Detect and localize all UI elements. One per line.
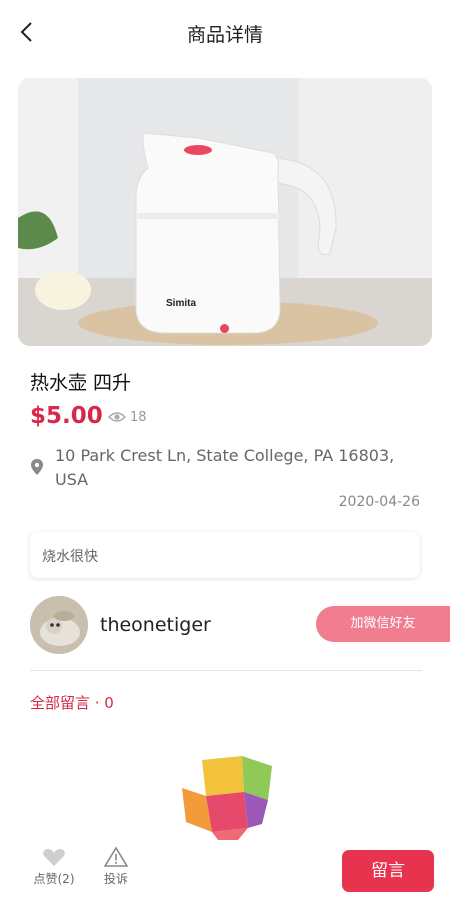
product-image[interactable]: Simita (18, 78, 432, 346)
report-button[interactable]: 投诉 (96, 846, 136, 887)
page-title: 商品详情 (186, 24, 263, 46)
location-pin-icon (31, 459, 43, 475)
add-wechat-friend-button[interactable]: 加微信好友 (316, 606, 450, 642)
carousel-indicator (220, 324, 229, 333)
seller-avatar[interactable] (30, 596, 88, 654)
post-date: 2020-04-26 (338, 494, 420, 510)
brand-text: Simita (166, 298, 196, 309)
product-price: $5.00 (30, 403, 103, 429)
top-bar: 商品详情 (0, 0, 450, 64)
eye-icon (108, 412, 126, 422)
leave-message-button[interactable]: 留言 (342, 850, 434, 892)
warning-icon (104, 846, 128, 867)
product-address: 10 Park Crest Ln, State College, PA 1680… (55, 446, 395, 489)
like-button[interactable]: 点赞(2) (28, 846, 80, 887)
report-label: 投诉 (103, 872, 128, 886)
product-name: 热水壶 四升 (30, 372, 132, 394)
view-count: 18 (130, 410, 147, 425)
seller-username[interactable]: theonetiger (100, 614, 211, 636)
divider (30, 670, 422, 671)
description-card: 烧水很快 (30, 532, 420, 578)
heart-icon (43, 849, 65, 866)
empty-state-logo-icon (182, 756, 272, 840)
like-label: 点赞(2) (33, 872, 75, 886)
all-comments-label[interactable]: 全部留言 · 0 (30, 692, 114, 713)
description-text: 烧水很快 (42, 549, 98, 565)
